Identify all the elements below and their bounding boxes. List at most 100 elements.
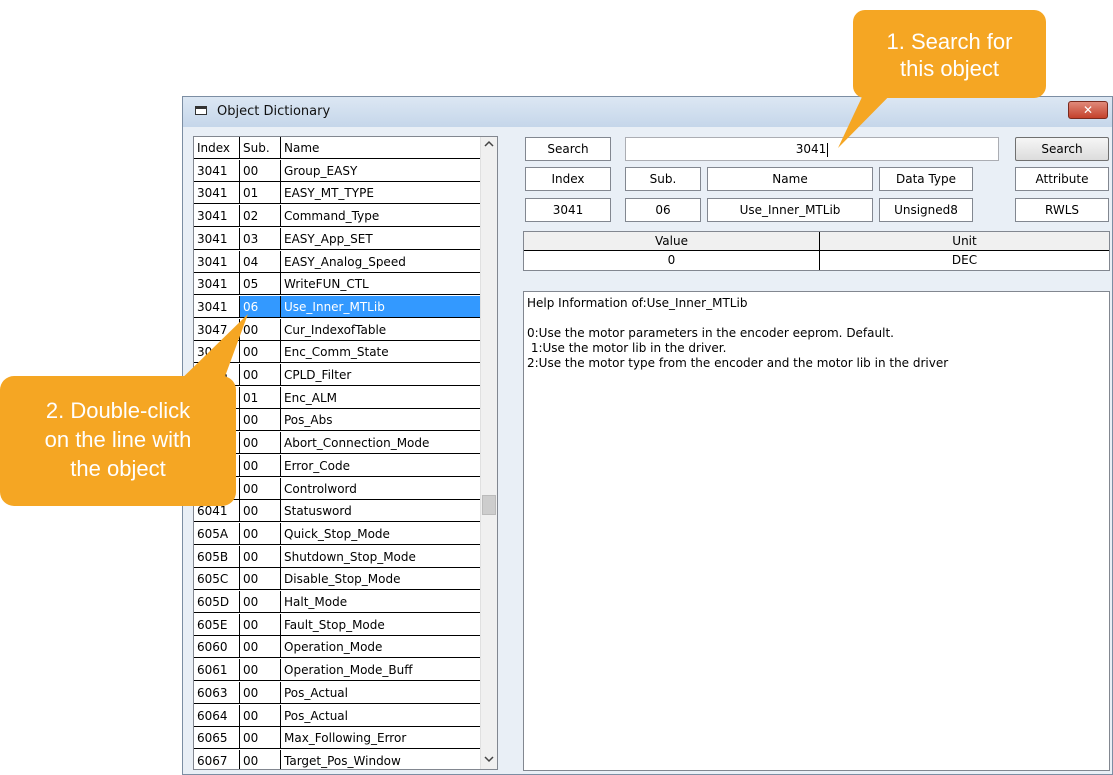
cell-name: Command_Type bbox=[281, 205, 481, 228]
cell-sub: 05 bbox=[240, 273, 281, 296]
help-line: Help Information of:Use_Inner_MTLib bbox=[527, 296, 748, 310]
search-label: Search bbox=[525, 137, 611, 161]
cell-sub: 00 bbox=[240, 591, 281, 613]
help-line bbox=[527, 311, 1106, 326]
cell-sub: 00 bbox=[240, 659, 281, 682]
cell-sub: 00 bbox=[240, 749, 281, 769]
cell-sub: 03 bbox=[240, 227, 281, 250]
cell-name: Disable_Stop_Mode bbox=[281, 568, 481, 591]
chevron-up-icon[interactable] bbox=[481, 137, 497, 154]
table-row[interactable]: 6060 00 Operation_Mode bbox=[194, 636, 481, 659]
table-row[interactable]: 3041 04 EASY_Analog_Speed bbox=[194, 250, 481, 273]
cell-sub: 00 bbox=[240, 568, 281, 591]
cell-name: Fault_Stop_Mode bbox=[281, 613, 481, 636]
cell-sub: 00 bbox=[240, 409, 281, 432]
table-row[interactable]: 605A 00 Quick_Stop_Mode bbox=[194, 522, 481, 545]
table-row[interactable]: 00 Controlword bbox=[194, 477, 481, 500]
cell-name: Enc_ALM bbox=[281, 386, 481, 409]
help-line: 2:Use the motor type from the encoder an… bbox=[527, 356, 949, 370]
cell-sub: 04 bbox=[240, 250, 281, 273]
cell-index: 6065 bbox=[194, 727, 240, 750]
cell-index: 605D bbox=[194, 591, 240, 613]
cell-index: 3041 bbox=[194, 159, 240, 182]
cell-name: Pos_Abs bbox=[281, 409, 481, 432]
info-header-attribute: Attribute bbox=[1015, 167, 1109, 191]
cell-name: Pos_Actual bbox=[281, 704, 481, 727]
object-list[interactable]: Index Sub. Name 3041 00 Group_EASY 3041 01 EA… bbox=[193, 136, 498, 770]
cell-index: 605B bbox=[194, 545, 240, 568]
cell-name: WriteFUN_CTL bbox=[281, 273, 481, 296]
table-row[interactable]: 00 Abort_Connection_Mode bbox=[194, 432, 481, 455]
cell-name: Enc_Comm_State bbox=[281, 341, 481, 364]
cell-index: 605E bbox=[194, 613, 240, 636]
cell-name: CPLD_Filter bbox=[281, 364, 481, 386]
info-value-index: 3041 bbox=[525, 198, 611, 222]
cell-name: Quick_Stop_Mode bbox=[281, 522, 481, 545]
value-unit-table: Value Unit 0 DEC bbox=[523, 231, 1110, 271]
cell-name: EASY_MT_TYPE bbox=[281, 182, 481, 205]
table-row[interactable]: 6067 00 Target_Pos_Window bbox=[194, 749, 481, 769]
value-cell[interactable]: 0 bbox=[524, 251, 820, 270]
object-dictionary-window: Object Dictionary ✕ Index Sub. Name 3041… bbox=[182, 96, 1113, 775]
cell-name: Group_EASY bbox=[281, 159, 481, 182]
scrollbar-thumb[interactable] bbox=[482, 495, 496, 515]
cell-index: 605C bbox=[194, 568, 240, 591]
cell-sub: 00 bbox=[240, 545, 281, 568]
window-icon bbox=[195, 106, 207, 115]
title-bar[interactable]: Object Dictionary ✕ bbox=[183, 97, 1112, 127]
column-header-name[interactable]: Name bbox=[281, 137, 481, 159]
cell-name: EASY_Analog_Speed bbox=[281, 250, 481, 273]
info-value-sub: 06 bbox=[625, 198, 701, 222]
cell-sub: 00 bbox=[240, 704, 281, 727]
help-information-box[interactable]: Help Information of:Use_Inner_MTLib 0:Us… bbox=[523, 291, 1110, 771]
help-line: 0:Use the motor parameters in the encode… bbox=[527, 326, 894, 340]
cell-sub: 01 bbox=[240, 182, 281, 205]
cell-index: 6063 bbox=[194, 681, 240, 704]
column-header-index[interactable]: Index bbox=[194, 137, 240, 159]
info-header-data-type: Data Type bbox=[879, 167, 973, 191]
table-row[interactable]: 3041 05 WriteFUN_CTL bbox=[194, 273, 481, 296]
table-row[interactable]: 6041 00 Statusword bbox=[194, 500, 481, 523]
table-row[interactable]: 605B 00 Shutdown_Stop_Mode bbox=[194, 545, 481, 568]
table-row[interactable]: 605C 00 Disable_Stop_Mode bbox=[194, 568, 481, 591]
chevron-down-icon[interactable] bbox=[481, 752, 497, 769]
cell-index: 6067 bbox=[194, 749, 240, 769]
cell-sub: 00 bbox=[240, 454, 281, 477]
value-header: Value bbox=[524, 232, 820, 251]
callout-dblclick-line1: 2. Double-click bbox=[45, 398, 191, 423]
cell-sub: 00 bbox=[240, 159, 281, 182]
table-row[interactable]: 00 Pos_Abs bbox=[194, 409, 481, 432]
cell-sub: 00 bbox=[240, 613, 281, 636]
cell-name: Error_Code bbox=[281, 454, 481, 477]
cell-sub: 00 bbox=[240, 681, 281, 704]
table-row[interactable]: 00 Error_Code bbox=[194, 454, 481, 477]
callout-search: 1. Search for this object bbox=[853, 10, 1046, 98]
table-row[interactable]: 605E 00 Fault_Stop_Mode bbox=[194, 613, 481, 636]
vertical-scrollbar[interactable] bbox=[480, 137, 497, 769]
cell-name: Pos_Actual bbox=[281, 681, 481, 704]
table-row[interactable]: 3041 02 Command_Type bbox=[194, 205, 481, 228]
cell-sub: 00 bbox=[240, 500, 281, 523]
table-row[interactable]: 605D 00 Halt_Mode bbox=[194, 591, 481, 613]
table-row[interactable]: 6063 00 Pos_Actual bbox=[194, 681, 481, 704]
callout-double-click: 2. Double-click on the line with the obj… bbox=[0, 376, 236, 506]
info-value-name: Use_Inner_MTLib bbox=[707, 198, 873, 222]
table-header-row: Index Sub. Name bbox=[194, 137, 481, 159]
cell-name: Cur_IndexofTable bbox=[281, 318, 481, 341]
table-row[interactable]: 3041 01 EASY_MT_TYPE bbox=[194, 182, 481, 205]
table-row[interactable]: 6064 00 Pos_Actual bbox=[194, 704, 481, 727]
cell-name: Controlword bbox=[281, 477, 481, 500]
cell-name: Abort_Connection_Mode bbox=[281, 432, 481, 455]
close-button[interactable]: ✕ bbox=[1068, 101, 1108, 119]
table-row[interactable]: 3041 03 EASY_App_SET bbox=[194, 227, 481, 250]
search-button[interactable]: Search bbox=[1015, 137, 1109, 161]
table-row[interactable]: 3041 00 Group_EASY bbox=[194, 159, 481, 182]
cell-name: Use_Inner_MTLib bbox=[281, 295, 481, 318]
cell-index: 3041 bbox=[194, 227, 240, 250]
callout-search-line2: this object bbox=[899, 56, 1000, 81]
cell-index: 3041 bbox=[194, 182, 240, 205]
column-header-sub[interactable]: Sub. bbox=[240, 137, 281, 159]
info-header-name: Name bbox=[707, 167, 873, 191]
table-row[interactable]: 6065 00 Max_Following_Error bbox=[194, 727, 481, 750]
table-row[interactable]: 6061 00 Operation_Mode_Buff bbox=[194, 659, 481, 682]
